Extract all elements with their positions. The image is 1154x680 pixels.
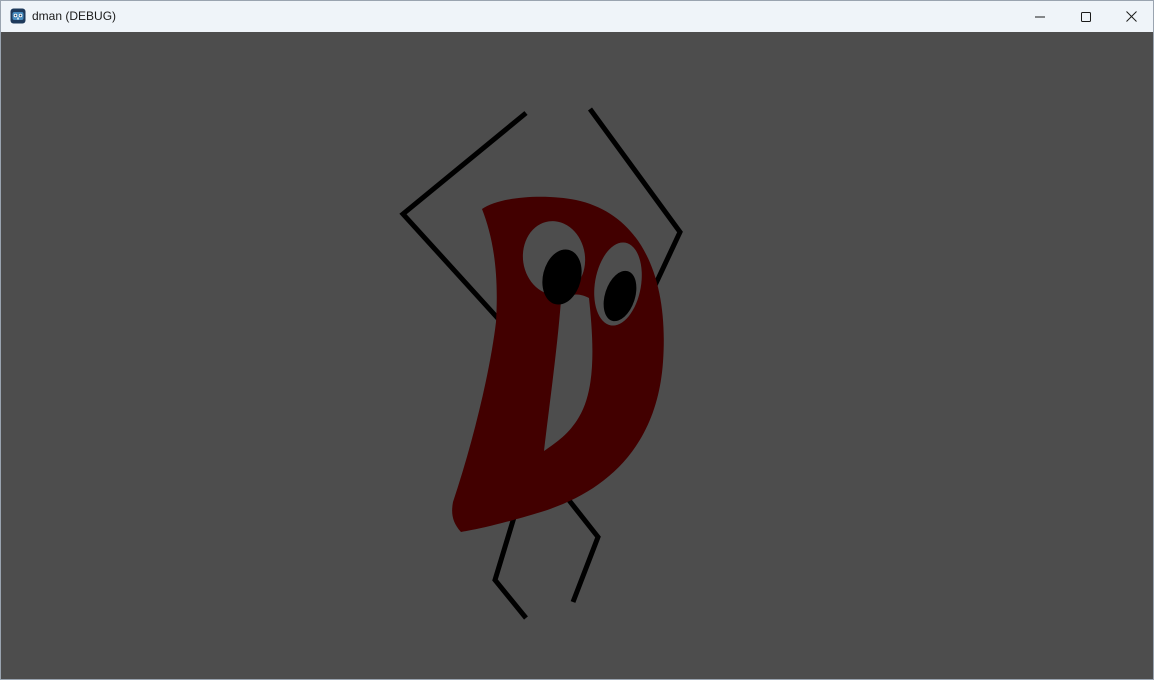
close-button[interactable] (1108, 1, 1153, 32)
minimize-button[interactable] (1017, 1, 1063, 32)
maximize-button[interactable] (1063, 1, 1109, 32)
minimize-icon (1035, 12, 1045, 22)
title-bar[interactable]: dman (DEBUG) (1, 1, 1153, 32)
close-icon (1125, 11, 1137, 22)
app-window: dman (DEBUG) (0, 0, 1154, 680)
maximize-icon (1081, 11, 1091, 22)
game-viewport[interactable] (1, 32, 1153, 679)
godot-engine-icon (10, 8, 26, 24)
window-title: dman (DEBUG) (32, 9, 117, 23)
